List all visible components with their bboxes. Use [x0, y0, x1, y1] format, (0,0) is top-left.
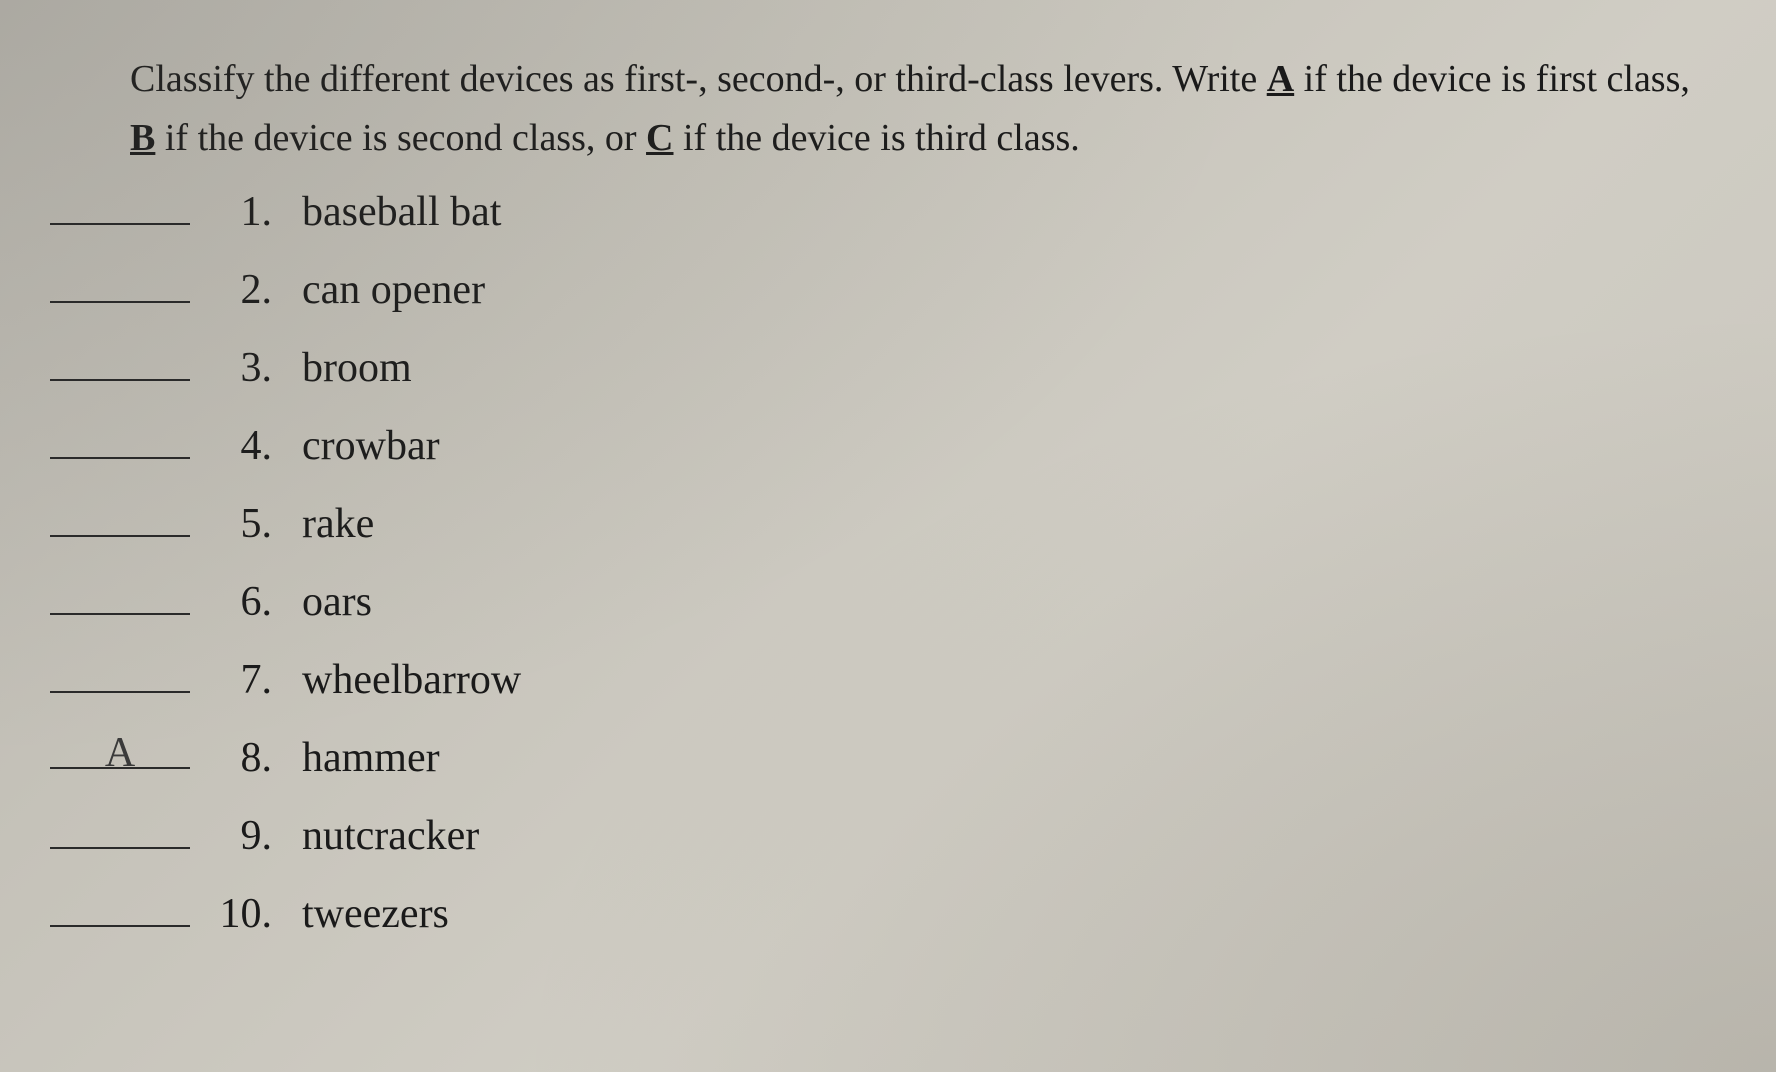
list-item: 9. nutcracker [50, 812, 1696, 860]
item-text: crowbar [302, 422, 440, 470]
answer-blank[interactable] [50, 658, 190, 693]
question-list: 1. baseball bat 2. can opener 3. broom 4… [40, 188, 1696, 938]
item-number: 7. [212, 656, 272, 704]
item-number: 2. [212, 266, 272, 314]
item-number: 4. [212, 422, 272, 470]
list-item: 10. tweezers [50, 890, 1696, 938]
item-number: 1. [212, 188, 272, 236]
answer-blank[interactable]: A [50, 734, 190, 769]
item-number: 6. [212, 578, 272, 626]
answer-blank[interactable] [50, 346, 190, 381]
list-item: 1. baseball bat [50, 188, 1696, 236]
item-text: nutcracker [302, 812, 479, 860]
item-text: broom [302, 344, 412, 392]
answer-blank[interactable] [50, 814, 190, 849]
list-item: 4. crowbar [50, 422, 1696, 470]
answer-blank[interactable] [50, 268, 190, 303]
instruction-part-2: if the device is first class, [1294, 58, 1690, 100]
option-b-label: B [130, 117, 155, 159]
item-text: wheelbarrow [302, 656, 521, 704]
item-text: hammer [302, 734, 440, 782]
instruction-part-3: if the device is second class, or [155, 117, 646, 159]
list-item: 5. rake [50, 500, 1696, 548]
answer-blank[interactable] [50, 502, 190, 537]
item-text: rake [302, 500, 374, 548]
item-text: baseball bat [302, 188, 501, 236]
item-text: tweezers [302, 890, 449, 938]
item-number: 10. [212, 890, 272, 938]
list-item: A 8. hammer [50, 734, 1696, 782]
list-item: 2. can opener [50, 266, 1696, 314]
list-item: 6. oars [50, 578, 1696, 626]
option-c-label: C [646, 117, 673, 159]
answer-blank[interactable] [50, 190, 190, 225]
answer-blank[interactable] [50, 580, 190, 615]
list-item: 3. broom [50, 344, 1696, 392]
item-text: oars [302, 578, 372, 626]
answer-blank[interactable] [50, 424, 190, 459]
item-number: 3. [212, 344, 272, 392]
list-item: 7. wheelbarrow [50, 656, 1696, 704]
instructions-text: Classify the different devices as first-… [40, 50, 1696, 168]
item-number: 5. [212, 500, 272, 548]
option-a-label: A [1267, 58, 1294, 100]
instruction-part-1: Classify the different devices as first-… [130, 58, 1267, 100]
item-text: can opener [302, 266, 485, 314]
item-number: 9. [212, 812, 272, 860]
instruction-part-4: if the device is third class. [674, 117, 1080, 159]
item-number: 8. [212, 734, 272, 782]
answer-blank[interactable] [50, 892, 190, 927]
